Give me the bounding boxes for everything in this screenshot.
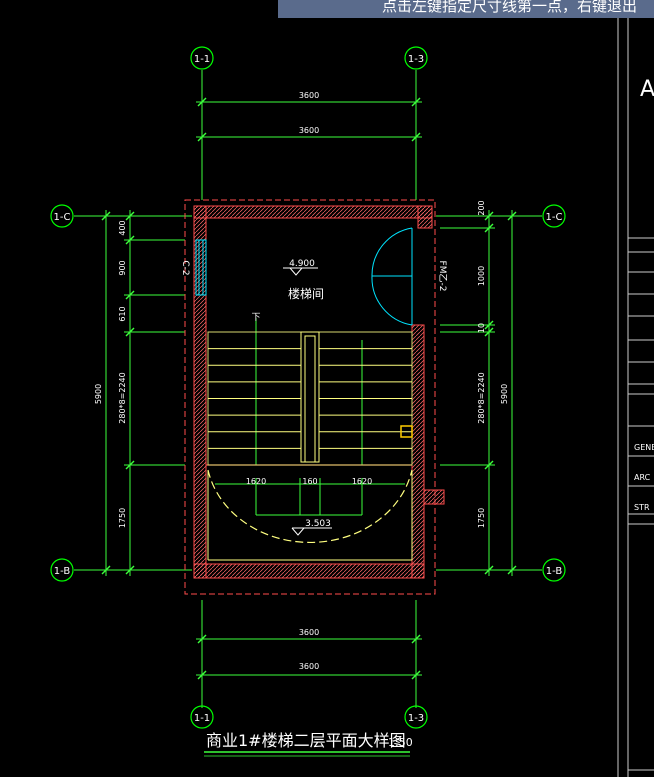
title-block-letter: A [640,77,654,102]
axis-label-right-bottom: 1-B [546,566,563,577]
dim-right-seg-3: 280*8=2240 [477,372,486,423]
stair-treads [208,348,412,449]
dim-left-seg-3: 280*8=2240 [118,372,127,423]
axis-bubbles [50,46,566,729]
dimension-ticks [101,97,517,680]
dim-top-outer: 3600 [299,91,319,100]
dimension-lines [74,70,542,708]
dim-right-seg-0: 200 [477,200,486,215]
dim-right-seg-4: 1750 [477,508,486,528]
dim-left-total: 5900 [94,384,103,404]
axis-label-left-top: 1-C [54,212,71,223]
drawing-scale: 1:50 [388,736,413,749]
room-name: 楼梯间 [288,286,324,301]
axis-label-top-left: 1-1 [194,54,210,65]
title-block-frame [617,18,654,777]
axis-label-left-bottom: 1-B [54,566,71,577]
drawing-title-block: 商业1#楼梯二层平面大样图 1:50 [204,731,413,757]
level-symbols [283,267,332,536]
dim-left-seg-1: 900 [118,260,127,275]
dim-flight-1: 160 [302,477,317,486]
title-block-str: STR [634,503,650,512]
dim-top-inner: 3600 [299,126,319,135]
axis-label-bottom-left: 1-1 [194,713,210,724]
dim-flight-0: 1620 [246,477,266,486]
dim-bottom-inner: 3600 [299,628,319,637]
level-top: 4.900 [289,259,315,269]
dim-right-total: 5900 [500,384,509,404]
axis-label-bottom-right: 1-3 [408,713,424,724]
door-label: FM乙-2 [437,261,448,292]
dim-left-seg-4: 1750 [118,508,127,528]
dim-left-seg-2: 610 [118,306,127,321]
drawing-title: 商业1#楼梯二层平面大样图 [206,731,406,750]
axis-label-top-right: 1-3 [408,54,424,65]
title-block-arc: ARC [634,473,651,482]
dim-right-seg-1: 1000 [477,266,486,286]
axis-label-right-top: 1-C [546,212,563,223]
window-label: C-2 [180,260,190,275]
dim-flight-2: 1620 [352,477,372,486]
cad-drawing-canvas[interactable]: 1-1 1-3 1-1 1-3 1-C 1-B 1-C 1-B 4.900 楼梯… [0,0,654,777]
door-fm2 [371,227,413,326]
down-arrow-label: 下 [251,313,260,323]
dim-right-seg-2: 10 [477,323,486,333]
dim-left-seg-0: 400 [118,220,127,235]
title-block-gene: GENE [634,443,654,452]
level-landing: 3.503 [305,519,331,529]
dim-bottom-outer: 3600 [299,662,319,671]
